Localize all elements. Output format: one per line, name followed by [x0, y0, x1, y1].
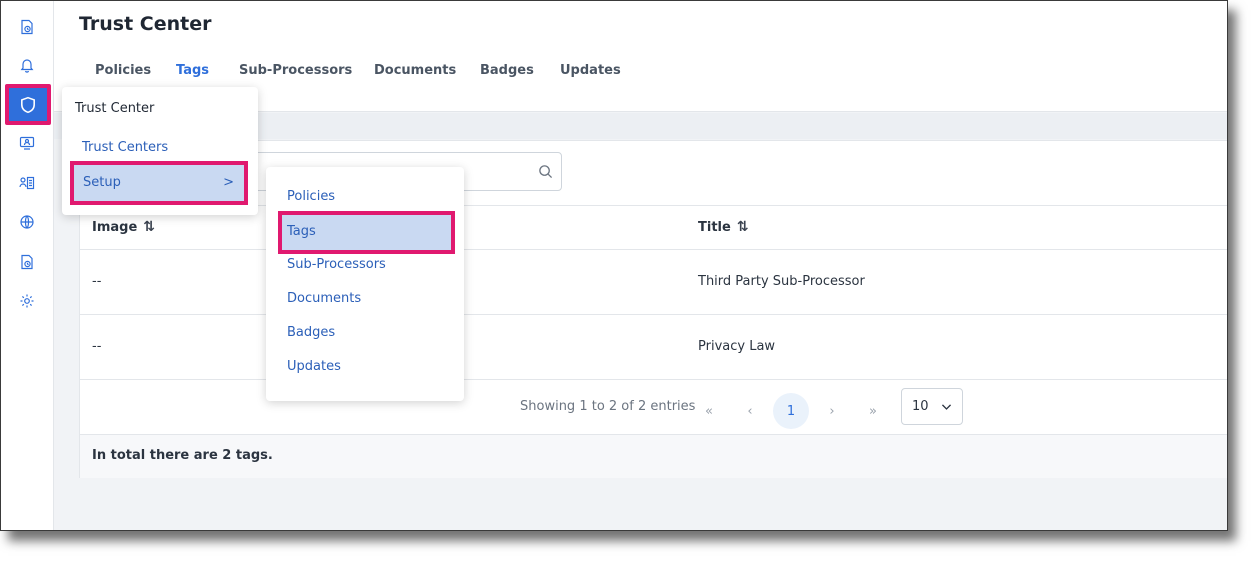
tab-sub-processors[interactable]: Sub-Processors [239, 63, 352, 78]
submenu-item-badges[interactable]: Badges [287, 325, 335, 340]
table-row[interactable]: -- Privacy Law [80, 315, 1227, 380]
monitor-user-icon[interactable] [14, 130, 40, 156]
next-page-button[interactable]: › [814, 393, 850, 429]
cell-title: Third Party Sub-Processor [698, 274, 865, 289]
table-row[interactable]: -- Third Party Sub-Processor [80, 250, 1227, 315]
submenu-item-sub-processors[interactable]: Sub-Processors [287, 257, 386, 272]
tab-tags[interactable]: Tags [176, 63, 209, 78]
column-header-title[interactable]: Title ⇅ [698, 219, 749, 235]
document-clock-icon[interactable] [14, 249, 40, 275]
chevron-right-icon: > [223, 175, 234, 190]
prev-page-button[interactable]: ‹ [732, 393, 768, 429]
menu-item-setup[interactable]: Setup > [70, 161, 248, 205]
menu-item-trust-centers[interactable]: Trust Centers [82, 140, 168, 155]
cell-title: Privacy Law [698, 339, 776, 354]
page-1-button[interactable]: 1 [773, 393, 809, 429]
submenu-item-policies[interactable]: Policies [287, 189, 335, 204]
setup-submenu: Policies Tags Sub-Processors Documents B… [266, 167, 464, 401]
bell-icon[interactable] [14, 52, 40, 78]
tab-policies[interactable]: Policies [95, 63, 151, 78]
globe-cog-icon[interactable] [14, 209, 40, 235]
chevron-down-icon [941, 404, 952, 410]
trust-center-menu: Trust Center Trust Centers Setup > [62, 87, 258, 215]
tab-documents[interactable]: Documents [374, 63, 456, 78]
first-page-button[interactable]: « [691, 393, 727, 429]
sidebar [1, 1, 54, 530]
sort-icon[interactable]: ⇅ [737, 219, 749, 235]
user-list-icon[interactable] [14, 170, 40, 196]
gear-icon[interactable] [14, 288, 40, 314]
page-title: Trust Center [79, 13, 212, 35]
table-footer: In total there are 2 tags. [80, 434, 1227, 478]
sort-icon[interactable]: ⇅ [143, 219, 155, 235]
cell-image: -- [92, 274, 102, 289]
per-page-select[interactable]: 10 [901, 388, 963, 425]
document-clock-icon[interactable] [14, 14, 40, 40]
submenu-item-documents[interactable]: Documents [287, 291, 361, 306]
total-count-text: In total there are 2 tags. [92, 448, 273, 463]
pagination-summary: Showing 1 to 2 of 2 entries [520, 399, 696, 414]
shield-icon[interactable] [5, 84, 51, 125]
submenu-item-tags[interactable]: Tags [278, 211, 455, 254]
search-icon [539, 165, 553, 179]
tab-badges[interactable]: Badges [480, 63, 534, 78]
pagination: Showing 1 to 2 of 2 entries « ‹ 1 › » 10 [80, 380, 1227, 434]
cell-image: -- [92, 339, 102, 354]
last-page-button[interactable]: » [855, 393, 891, 429]
column-header-image[interactable]: Image ⇅ [92, 219, 155, 235]
app-window: Trust Center Policies Tags Sub-Processor… [0, 0, 1228, 531]
tab-updates[interactable]: Updates [560, 63, 621, 78]
menu-title: Trust Center [75, 101, 155, 116]
submenu-item-updates[interactable]: Updates [287, 359, 341, 374]
